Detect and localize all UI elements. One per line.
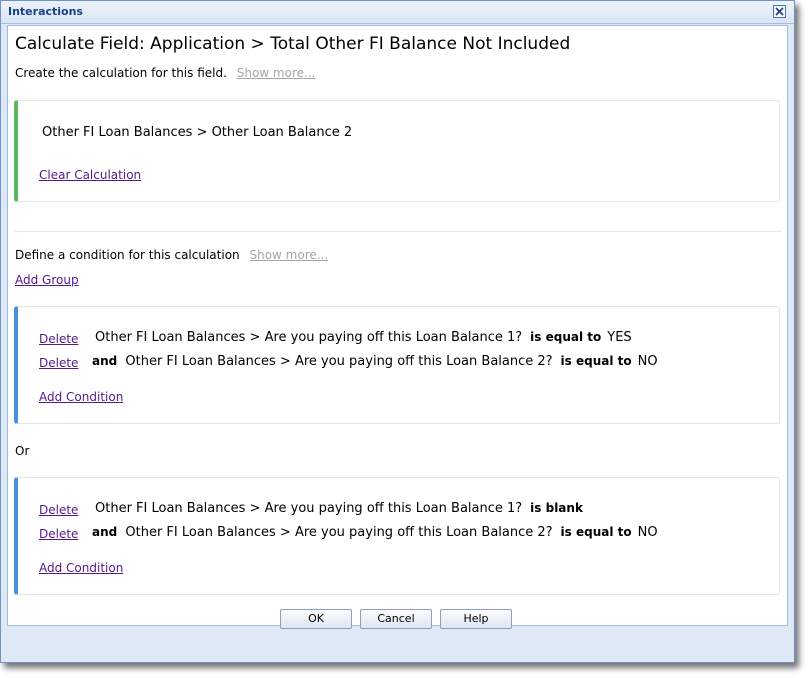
condition-operator: is equal to [530,330,602,344]
condition-instructions-text: Define a condition for this calculation [15,248,240,262]
condition-text: Other FI Loan Balances > Are you paying … [95,330,632,345]
condition-field: Other FI Loan Balances > Are you paying … [95,330,523,345]
condition-text: Other FI Loan Balances > Are you paying … [95,501,589,516]
page-title: Calculate Field: Application > Total Oth… [15,34,571,54]
close-button[interactable] [773,5,786,18]
condition-field: Other FI Loan Balances > Are you paying … [125,354,553,369]
add-condition-link[interactable]: Add Condition [39,390,123,404]
condition-connector: and [92,525,118,539]
condition-field: Other FI Loan Balances > Are you paying … [95,501,523,516]
condition-text: and Other FI Loan Balances > Are you pay… [92,354,658,369]
section-divider [14,231,782,232]
calculation-show-more-link[interactable]: Show more... [237,66,316,80]
calculation-card: Other FI Loan Balances > Other Loan Bala… [14,100,780,202]
condition-operator: is blank [530,501,583,515]
cancel-button[interactable]: Cancel [360,609,432,629]
condition-operator: is equal to [560,354,632,368]
delete-condition-link[interactable]: Delete [39,503,78,517]
clear-calculation-link[interactable]: Clear Calculation [39,168,141,182]
condition-connector: and [92,354,118,368]
dialog-title: Interactions [8,5,83,18]
condition-show-more-link[interactable]: Show more... [249,248,328,262]
delete-condition-link[interactable]: Delete [39,356,78,370]
help-button[interactable]: Help [440,609,512,629]
condition-text: and Other FI Loan Balances > Are you pay… [92,525,658,540]
add-group-link[interactable]: Add Group [15,273,79,287]
calculation-instructions-text: Create the calculation for this field. [15,66,227,80]
dialog-titlebar: Interactions [1,1,794,24]
condition-value: YES [607,330,632,345]
ok-button[interactable]: OK [280,609,352,629]
condition-operator: is equal to [560,525,632,539]
add-condition-link[interactable]: Add Condition [39,561,123,575]
dialog-content: Calculate Field: Application > Total Oth… [7,25,788,626]
condition-value: NO [637,354,658,369]
delete-condition-link[interactable]: Delete [39,527,78,541]
delete-condition-link[interactable]: Delete [39,332,78,346]
condition-field: Other FI Loan Balances > Are you paying … [125,525,553,540]
condition-instructions: Define a condition for this calculation … [15,248,328,262]
or-label: Or [15,444,30,458]
calculation-instructions: Create the calculation for this field. S… [15,66,315,80]
close-icon [775,7,784,16]
interactions-dialog: Interactions Calculate Field: Applicatio… [0,0,795,663]
condition-value: NO [637,525,658,540]
condition-group: Delete Other FI Loan Balances > Are you … [14,477,780,595]
calculation-expression: Other FI Loan Balances > Other Loan Bala… [42,125,353,140]
condition-group: Delete Other FI Loan Balances > Are you … [14,306,780,424]
